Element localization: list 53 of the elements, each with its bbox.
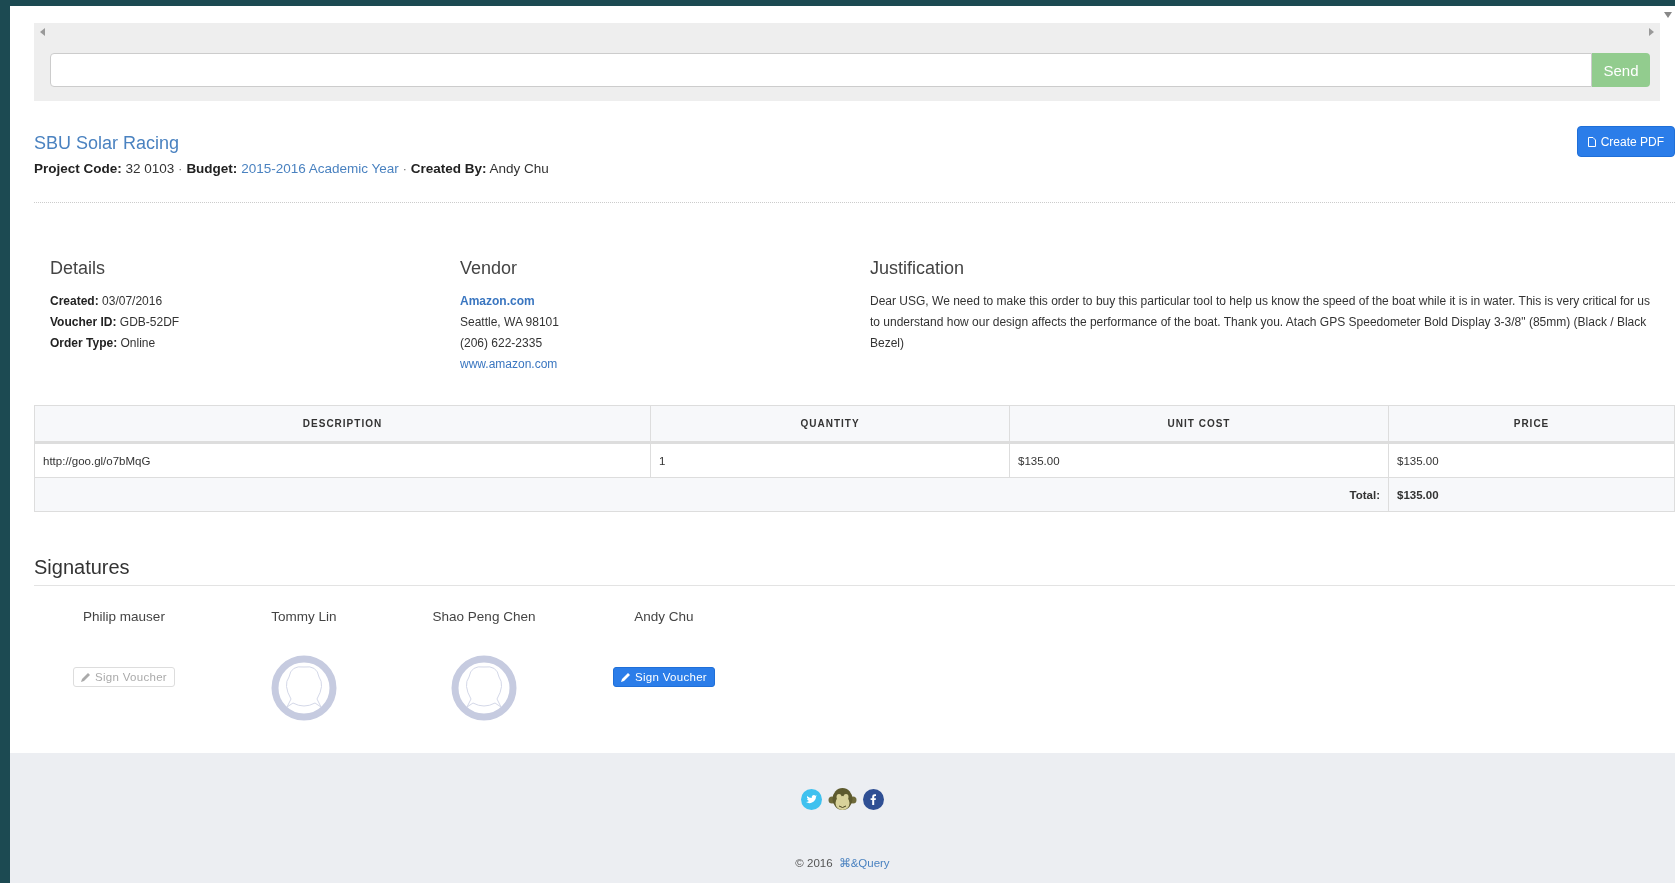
- scroll-down-icon[interactable]: [1664, 12, 1672, 18]
- twitter-icon[interactable]: [801, 789, 822, 810]
- separator: ·: [178, 161, 183, 176]
- field-value: Online: [120, 336, 156, 350]
- sign-voucher-button[interactable]: Sign Voucher: [613, 667, 715, 687]
- field-label: Budget:: [186, 161, 238, 176]
- section-heading: Vendor: [460, 258, 519, 279]
- facebook-icon[interactable]: [863, 789, 884, 810]
- section-heading: Signatures: [34, 556, 1675, 586]
- field-value: 03/07/2016: [102, 294, 163, 308]
- avatar-icon: [451, 655, 517, 721]
- table-cell: $135.00: [1388, 442, 1675, 478]
- separator: ·: [402, 161, 408, 176]
- justification-text: Dear USG, We need to make this order to buy this particular tool to help us know the speed of the boat while it is in water. This is very critical for us to understand how our design affects the performance of the boat. Thank you. Atach GPS Speedometer Bold Display 3-3/8" (85mm) (Black / Black Bezel): [870, 293, 1651, 352]
- signer-name: Tommy Lin: [271, 609, 337, 626]
- column-header: PRICE: [1388, 405, 1675, 443]
- column-header: UNIT COST: [1009, 405, 1389, 443]
- copyright-text: © 2016: [795, 857, 833, 869]
- table-cell: 1: [650, 442, 1010, 478]
- field-label: Created By:: [410, 161, 487, 176]
- field-value: GDB-52DF: [119, 315, 180, 329]
- document-icon: [1587, 136, 1596, 147]
- scroll-right-icon[interactable]: [1649, 27, 1654, 36]
- pencil-icon: [81, 672, 91, 682]
- field-value: 32 0103: [125, 161, 175, 176]
- project-title[interactable]: SBU Solar Racing: [34, 131, 180, 154]
- signer-name: Shao Peng Chen: [432, 609, 536, 626]
- scroll-left-icon[interactable]: [40, 27, 45, 36]
- table-cell: $135.00: [1009, 442, 1389, 478]
- field-label: Created:: [50, 294, 99, 308]
- section-heading: Details: [50, 258, 107, 279]
- total-label: Total:: [34, 477, 1389, 512]
- avatar-icon: [271, 655, 337, 721]
- column-header: QUANTITY: [650, 405, 1010, 443]
- message-field[interactable]: [50, 53, 1592, 87]
- vendor-detail: Seattle, WA 98101: [460, 315, 559, 329]
- field-label: Project Code:: [34, 161, 122, 176]
- website-link[interactable]: www.amazon.com: [460, 357, 558, 371]
- create-pdf-button[interactable]: Create PDF: [1576, 126, 1675, 157]
- field-label: Voucher ID:: [50, 315, 117, 329]
- field-value: Andy Chu: [489, 161, 549, 176]
- vendor-name[interactable]: Amazon.com: [460, 294, 535, 308]
- pencil-icon: [621, 672, 631, 682]
- section-heading: Justification: [870, 258, 966, 279]
- field-label: Order Type:: [50, 336, 118, 350]
- signer-name: Andy Chu: [634, 609, 694, 626]
- vendor-detail: (206) 622-2335: [460, 336, 543, 350]
- budget-link[interactable]: 2015-2016 Academic Year: [241, 161, 399, 176]
- table-cell: http://goo.gl/o7bMqG: [34, 442, 651, 478]
- signer-name: Philip mauser: [83, 609, 165, 626]
- brand-link[interactable]: ⌘&Query: [838, 857, 890, 869]
- column-header: DESCRIPTION: [34, 405, 651, 443]
- total-value: $135.00: [1388, 477, 1675, 512]
